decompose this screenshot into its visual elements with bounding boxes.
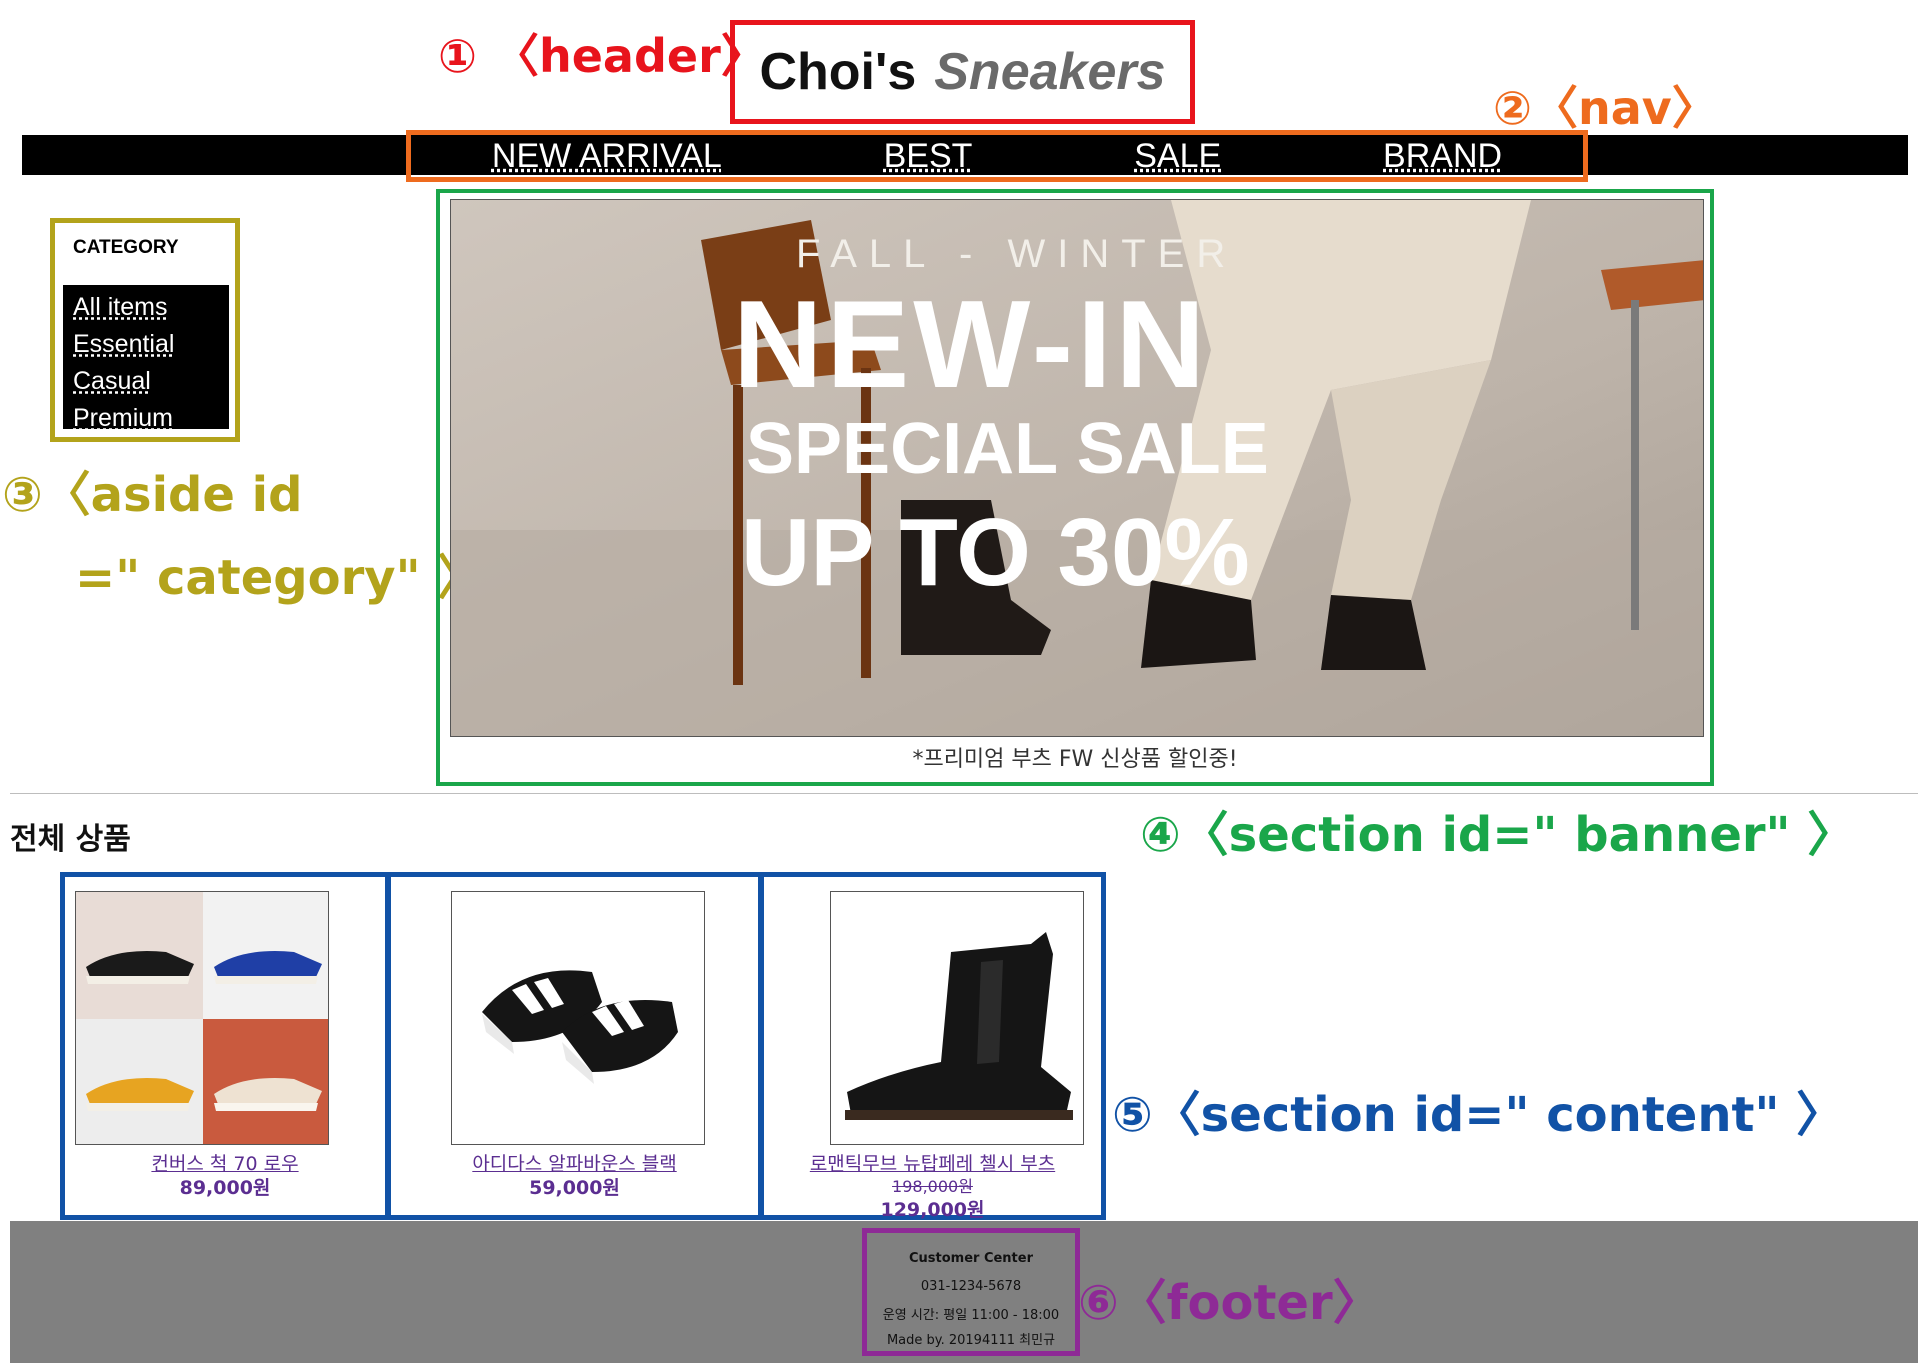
category-list: All items Essential Casual Premium [63,285,229,432]
product-image-converse[interactable] [75,891,329,1145]
footer-made-by: Made by. 20194111 최민규 [886,1333,1056,1348]
category-item-premium[interactable]: Premium [73,400,229,437]
content-annotation: ⑤〈section id=" content" 〉 [1112,1087,1845,1143]
banner-subhead: SPECIAL SALE [746,409,1269,489]
footer-annotation: ⑥〈footer〉 [1078,1275,1381,1331]
customer-center: Customer Center 031-1234-5678 운영 시간: 평일 … [862,1228,1080,1356]
nav-item-sale[interactable]: SALE [1134,137,1221,176]
logo-main-text: Choi's [759,43,917,101]
content-heading: 전체 상품 [10,822,131,857]
site-footer: Customer Center 031-1234-5678 운영 시간: 평일 … [10,1221,1918,1363]
nav-item-best[interactable]: BEST [884,137,973,176]
product-price: 89,000원 [179,1177,271,1199]
banner-section: FALL - WINTER NEW-IN SPECIAL SALE UP TO … [436,189,1714,786]
banner-caption: *프리미엄 부츠 FW 신상품 할인중! [912,747,1238,772]
product-image-adidas[interactable] [451,891,705,1145]
nav-item-brand[interactable]: BRAND [1383,137,1502,176]
aside-annotation-line2: =" category" 〉 [75,550,486,606]
footer-phone: 031-1234-5678 [920,1279,1022,1294]
product-sale-price: 129,000원 [880,1199,985,1221]
category-aside: CATEGORY All items Essential Casual Prem… [50,218,240,442]
banner-kicker: FALL - WINTER [796,232,1238,276]
banner-discount: UP TO 30% [741,499,1250,606]
nav-item-new-arrival[interactable]: NEW ARRIVAL [492,137,722,176]
category-item-essential[interactable]: Essential [73,326,229,363]
product-name-link[interactable]: 아디다스 알파바운스 블랙 [391,1149,758,1176]
product-name-link[interactable]: 컨버스 척 70 로우 [65,1149,385,1176]
product-card: 아디다스 알파바운스 블랙 59,000원 [386,872,763,1220]
nav-annotation: ②〈nav〉 [1493,81,1718,135]
category-item-casual[interactable]: Casual [73,363,229,400]
aside-annotation-line1: ③〈aside id [2,467,303,523]
footer-title: Customer Center [908,1251,1034,1266]
main-nav: NEW ARRIVAL BEST SALE BRAND [406,130,1588,182]
product-price: 59,000원 [529,1177,620,1199]
banner-annotation: ④〈section id=" banner" 〉 [1140,807,1856,863]
product-name-link[interactable]: 로맨틱무브 뉴탑페레 첼시 부츠 [764,1149,1101,1176]
footer-hours: 운영 시간: 평일 11:00 - 18:00 [882,1308,1060,1323]
category-item-all[interactable]: All items [73,289,229,326]
product-card: 컨버스 척 70 로우 89,000원 [60,872,390,1220]
header-annotation: ① 〈header〉 [438,29,767,83]
banner-headline: NEW-IN [733,276,1210,414]
site-header: Choi's Sneakers [730,20,1195,124]
product-card: 로맨틱무브 뉴탑페레 첼시 부츠 198,000원 129,000원 [759,872,1106,1221]
logo-sub-text: Sneakers [934,43,1166,101]
section-divider [10,793,1918,794]
product-image-chelsea-boot[interactable] [830,891,1084,1145]
banner-image[interactable]: FALL - WINTER NEW-IN SPECIAL SALE UP TO … [450,199,1704,737]
site-logo[interactable]: Choi's Sneakers [759,42,1165,102]
category-title: CATEGORY [73,237,179,258]
product-original-price: 198,000원 [892,1177,973,1196]
